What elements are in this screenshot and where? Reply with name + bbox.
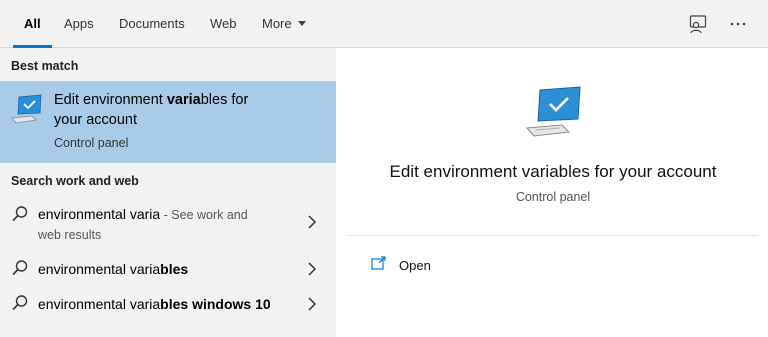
preview-panel: Edit environment variables for your acco… (348, 62, 758, 337)
search-icon (12, 206, 28, 222)
feedback-person-icon[interactable] (686, 12, 710, 36)
search-query-text: environmental varia - See work and (38, 206, 248, 222)
tab-more-label: More (262, 16, 292, 31)
search-result-2[interactable]: environmental variables (0, 256, 336, 284)
open-action[interactable]: Open (399, 258, 431, 273)
best-match-item[interactable]: Edit environment variables for your acco… (0, 81, 336, 163)
best-match-title-line1: Edit environment variables for (54, 92, 248, 108)
search-query-text: environmental variables windows 10 (38, 296, 271, 312)
open-icon (371, 256, 386, 270)
caret-down-icon (297, 21, 306, 27)
chevron-right-icon[interactable] (306, 297, 318, 311)
tab-web[interactable]: Web (210, 0, 237, 48)
results-panel: Best match Edit environment variables fo… (0, 48, 336, 337)
tab-more[interactable]: More (262, 0, 306, 48)
divider (348, 235, 758, 236)
tab-documents[interactable]: Documents (119, 0, 185, 48)
search-icon (12, 260, 28, 276)
search-tab-bar: All Apps Documents Web More (0, 0, 768, 48)
tab-apps[interactable]: Apps (64, 0, 94, 48)
title-match-text: varia (166, 92, 201, 108)
query: environmental varia (38, 296, 161, 312)
section-search-work-web: Search work and web (11, 174, 139, 188)
query-match: bles windows 10 (160, 296, 271, 312)
query: environmental varia (38, 206, 161, 222)
search-result-3[interactable]: environmental variables windows 10 (0, 291, 336, 319)
best-match-subtitle: Control panel (54, 136, 129, 150)
best-match-title-line2: your account (54, 112, 138, 128)
preview-title: Edit environment variables for your acco… (389, 162, 717, 181)
tab-all[interactable]: All (13, 0, 52, 48)
title-text-rest: bles for (200, 92, 249, 108)
control-panel-icon (11, 94, 42, 124)
chevron-right-icon[interactable] (306, 215, 318, 229)
query-match: bles (160, 261, 189, 277)
search-result-1[interactable]: environmental varia - See work and web r… (0, 201, 336, 247)
query-suffix: - See work and (160, 208, 248, 222)
chevron-right-icon[interactable] (306, 262, 318, 276)
query-suffix-line2: web results (38, 228, 102, 242)
control-panel-large-icon (525, 86, 581, 137)
search-icon (12, 295, 28, 311)
query: environmental varia (38, 261, 161, 277)
title-text: Edit environment (54, 92, 167, 108)
search-query-text: environmental variables (38, 261, 188, 277)
section-best-match: Best match (11, 59, 79, 73)
preview-subtitle: Control panel (515, 190, 591, 204)
ellipsis-icon[interactable] (726, 12, 750, 36)
